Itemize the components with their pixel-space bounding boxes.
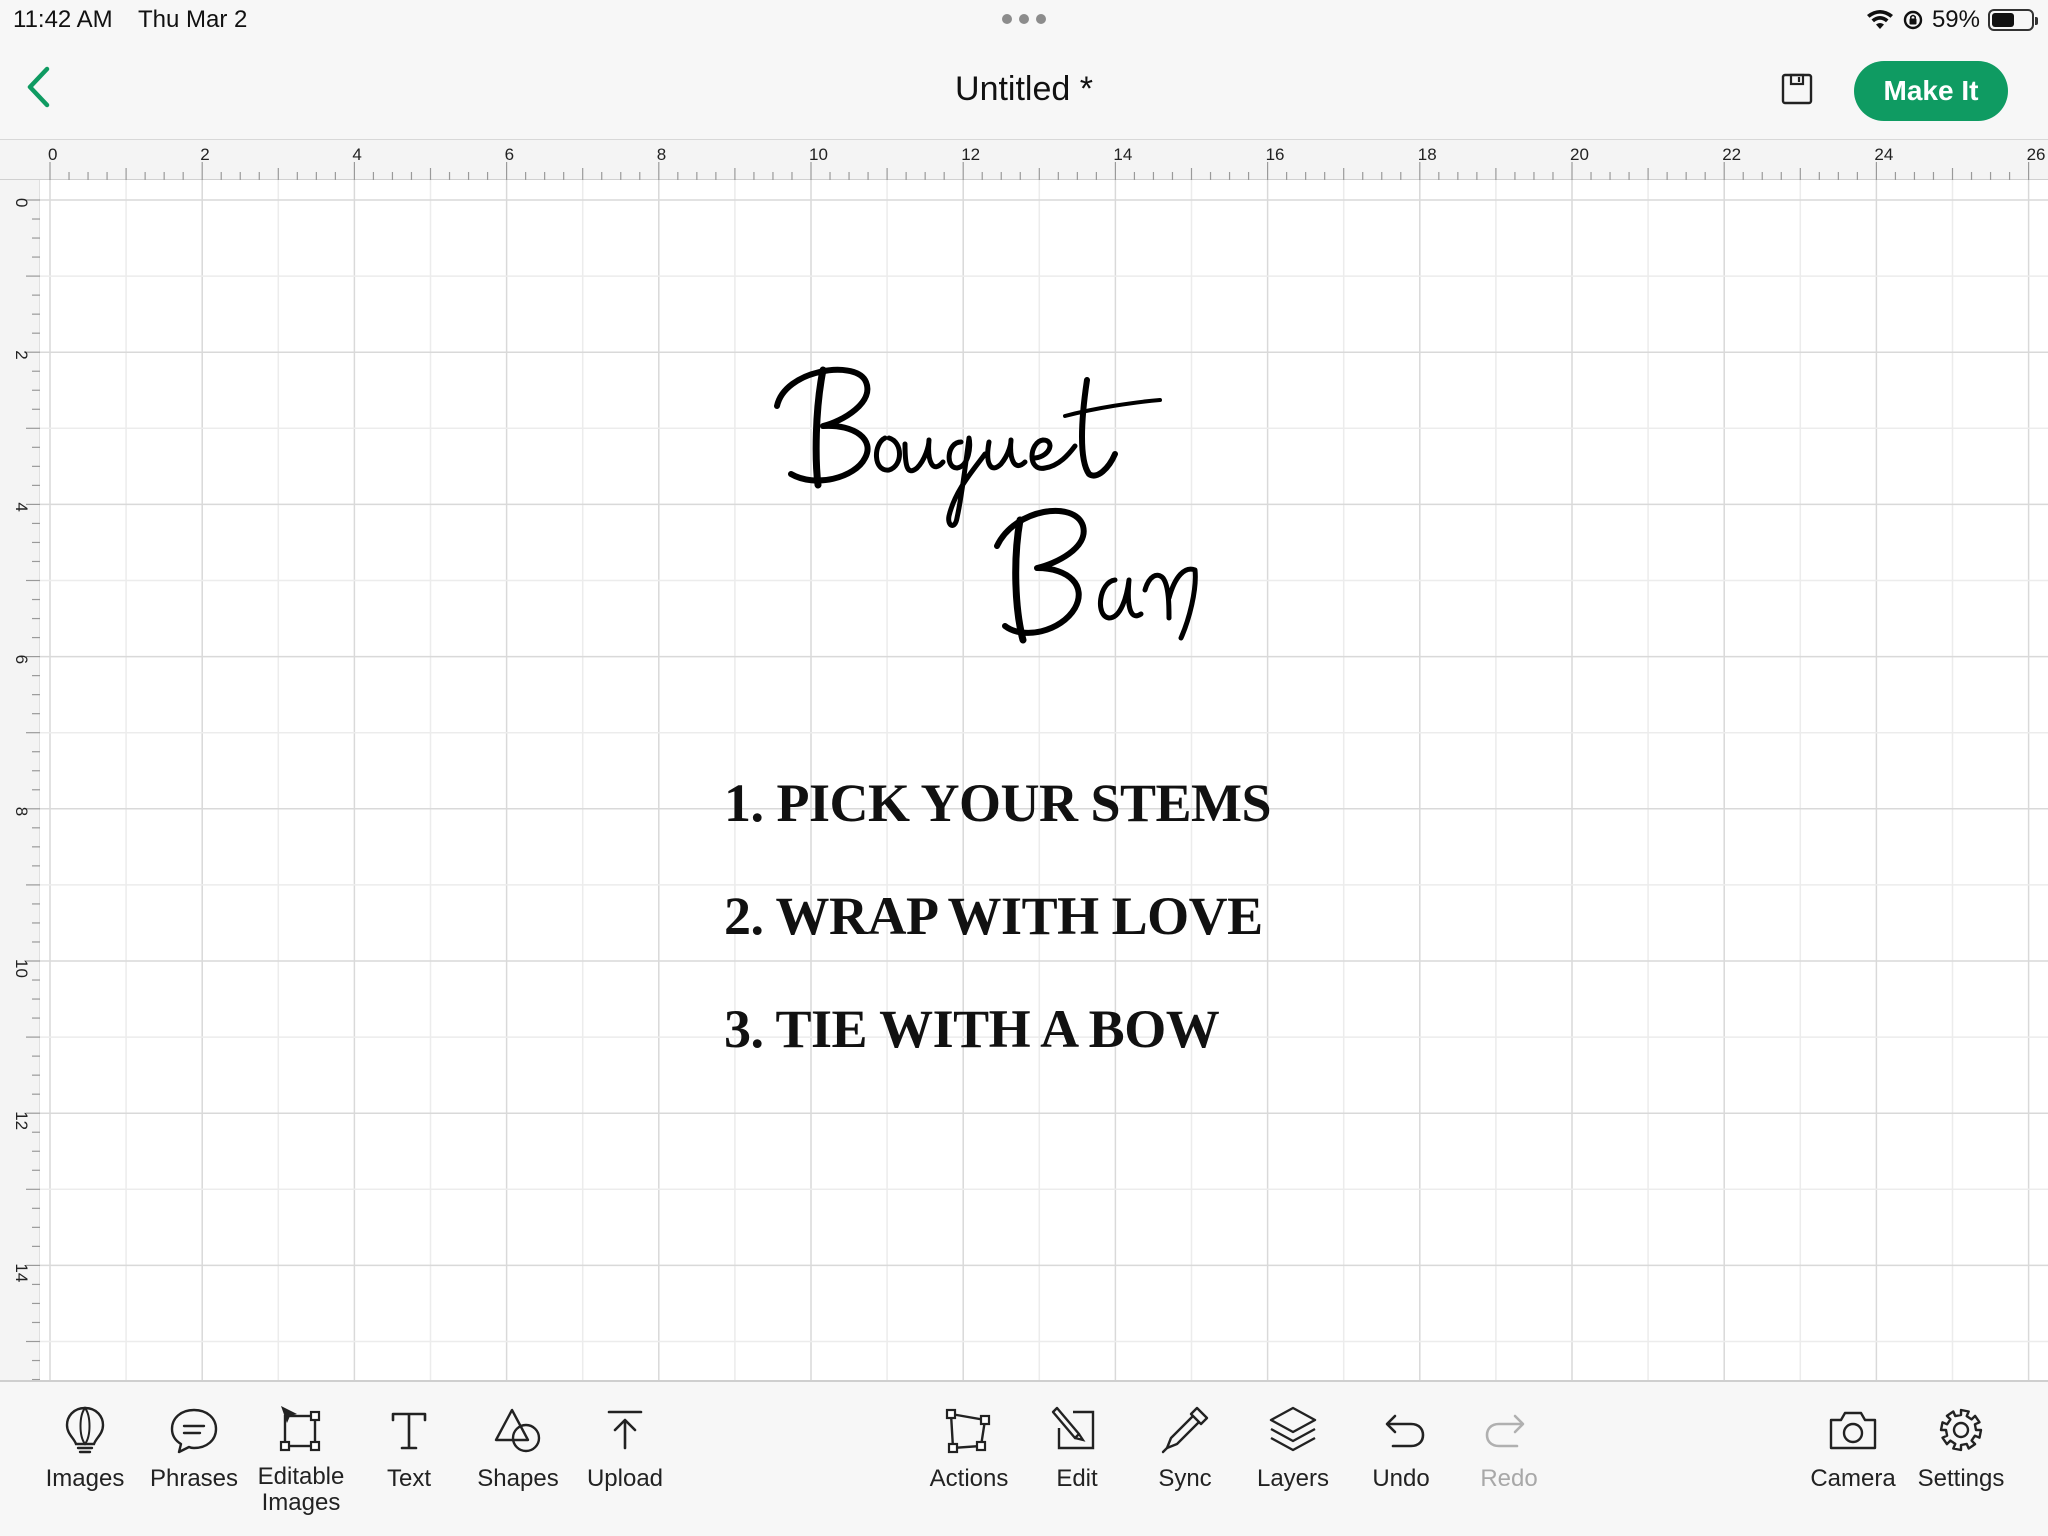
shapes-icon bbox=[494, 1408, 541, 1453]
ruler-label: 2 bbox=[200, 145, 209, 164]
speech-bubble-icon bbox=[170, 1408, 218, 1454]
page-title: Untitled * bbox=[955, 70, 1093, 108]
edit-label: Edit bbox=[1056, 1465, 1098, 1492]
ruler-label: 4 bbox=[12, 502, 31, 511]
text-t-icon bbox=[391, 1412, 427, 1450]
step-line-2[interactable]: 2. WRAP WITH LOVE bbox=[724, 885, 1263, 947]
ruler-label: 20 bbox=[1570, 145, 1589, 164]
phrases-button[interactable]: Phrases bbox=[139, 1402, 249, 1522]
ruler-label: 10 bbox=[809, 145, 828, 164]
shapes-label: Shapes bbox=[477, 1465, 559, 1492]
ruler-label: 0 bbox=[12, 198, 31, 207]
ruler-label: 24 bbox=[1874, 145, 1893, 164]
camera-icon bbox=[1829, 1411, 1877, 1450]
redo-label: Redo bbox=[1480, 1465, 1538, 1492]
bottom-toolbar: Images Phrases Editable Images Text Shap… bbox=[0, 1380, 2048, 1536]
step-line-3[interactable]: 3. TIE WITH A BOW bbox=[724, 998, 1220, 1060]
layers-button[interactable]: Layers bbox=[1238, 1402, 1348, 1522]
design-title-artwork[interactable] bbox=[765, 350, 1285, 680]
camera-label: Camera bbox=[1810, 1465, 1896, 1492]
settings-label: Settings bbox=[1917, 1465, 2005, 1492]
ruler-label: 6 bbox=[505, 145, 514, 164]
text-button[interactable]: Text bbox=[354, 1402, 464, 1522]
upload-arrow-icon bbox=[607, 1410, 643, 1450]
status-bar: 11:42 AM Thu Mar 2 59% bbox=[0, 0, 2048, 40]
ruler-label: 16 bbox=[1266, 145, 1285, 164]
multitasking-dots-icon[interactable] bbox=[1002, 14, 1046, 24]
save-icon bbox=[1781, 73, 1813, 105]
ruler-label: 14 bbox=[1113, 145, 1132, 164]
shapes-button[interactable]: Shapes bbox=[463, 1402, 573, 1522]
text-label: Text bbox=[386, 1465, 431, 1492]
ruler-label: 10 bbox=[12, 959, 31, 978]
undo-button[interactable]: Undo bbox=[1346, 1402, 1456, 1522]
actions-button[interactable]: Actions bbox=[914, 1402, 1024, 1522]
wifi-icon bbox=[1866, 10, 1893, 29]
horizontal-ruler: 0 2 4 6 8 10 12 14 16 18 20 22 24 26 bbox=[0, 140, 2048, 180]
editable-images-icon bbox=[279, 1406, 321, 1452]
settings-button[interactable]: Settings bbox=[1906, 1402, 2016, 1522]
undo-label: Undo bbox=[1372, 1465, 1430, 1492]
undo-icon bbox=[1385, 1414, 1425, 1448]
actions-label: Actions bbox=[929, 1465, 1009, 1492]
edit-icon bbox=[1051, 1406, 1095, 1450]
ruler-label: 18 bbox=[1418, 145, 1437, 164]
camera-button[interactable]: Camera bbox=[1798, 1402, 1908, 1522]
ruler-label: 22 bbox=[1722, 145, 1741, 164]
editable-images-label: Editable Images bbox=[257, 1463, 345, 1516]
layers-icon bbox=[1269, 1406, 1317, 1452]
lightbulb-icon bbox=[65, 1406, 105, 1454]
upload-label: Upload bbox=[586, 1465, 664, 1492]
step-line-1[interactable]: 1. PICK YOUR STEMS bbox=[724, 772, 1272, 834]
ruler-label: 8 bbox=[12, 807, 31, 816]
status-date: Thu Mar 2 bbox=[138, 6, 248, 33]
edit-button[interactable]: Edit bbox=[1022, 1402, 1132, 1522]
ruler-label: 12 bbox=[961, 145, 980, 164]
save-button[interactable] bbox=[1780, 72, 1814, 106]
images-button[interactable]: Images bbox=[30, 1402, 140, 1522]
phrases-label: Phrases bbox=[149, 1465, 239, 1492]
redo-icon bbox=[1485, 1414, 1525, 1448]
orientation-lock-icon bbox=[1903, 10, 1923, 30]
eyedropper-icon bbox=[1161, 1406, 1209, 1454]
battery-percent: 59% bbox=[1931, 6, 1980, 33]
ruler-label: 26 bbox=[2027, 145, 2046, 164]
gear-icon bbox=[1939, 1408, 1983, 1452]
actions-icon bbox=[945, 1408, 991, 1454]
ruler-label: 6 bbox=[12, 655, 31, 664]
sync-label: Sync bbox=[1158, 1465, 1212, 1492]
layers-label: Layers bbox=[1256, 1465, 1330, 1492]
ruler-label: 2 bbox=[12, 350, 31, 359]
editable-images-button[interactable]: Editable Images bbox=[246, 1402, 356, 1522]
design-canvas[interactable]: 1. PICK YOUR STEMS 2. WRAP WITH LOVE 3. … bbox=[40, 180, 2048, 1380]
images-label: Images bbox=[45, 1465, 125, 1492]
ruler-label: 14 bbox=[12, 1263, 31, 1282]
ruler-label: 4 bbox=[352, 145, 361, 164]
sync-button[interactable]: Sync bbox=[1130, 1402, 1240, 1522]
ruler-label: 12 bbox=[12, 1111, 31, 1130]
header: Untitled * Make It bbox=[0, 40, 2048, 140]
ruler-label: 0 bbox=[48, 145, 57, 164]
upload-button[interactable]: Upload bbox=[570, 1402, 680, 1522]
make-it-button[interactable]: Make It bbox=[1854, 61, 2008, 121]
ruler-label: 8 bbox=[657, 145, 666, 164]
status-time: 11:42 AM bbox=[13, 6, 113, 33]
redo-button[interactable]: Redo bbox=[1454, 1402, 1564, 1522]
status-indicators: 59% bbox=[1866, 6, 2038, 34]
vertical-ruler: 0 2 4 6 8 10 12 14 bbox=[0, 180, 40, 1380]
battery-icon bbox=[1988, 9, 2038, 31]
